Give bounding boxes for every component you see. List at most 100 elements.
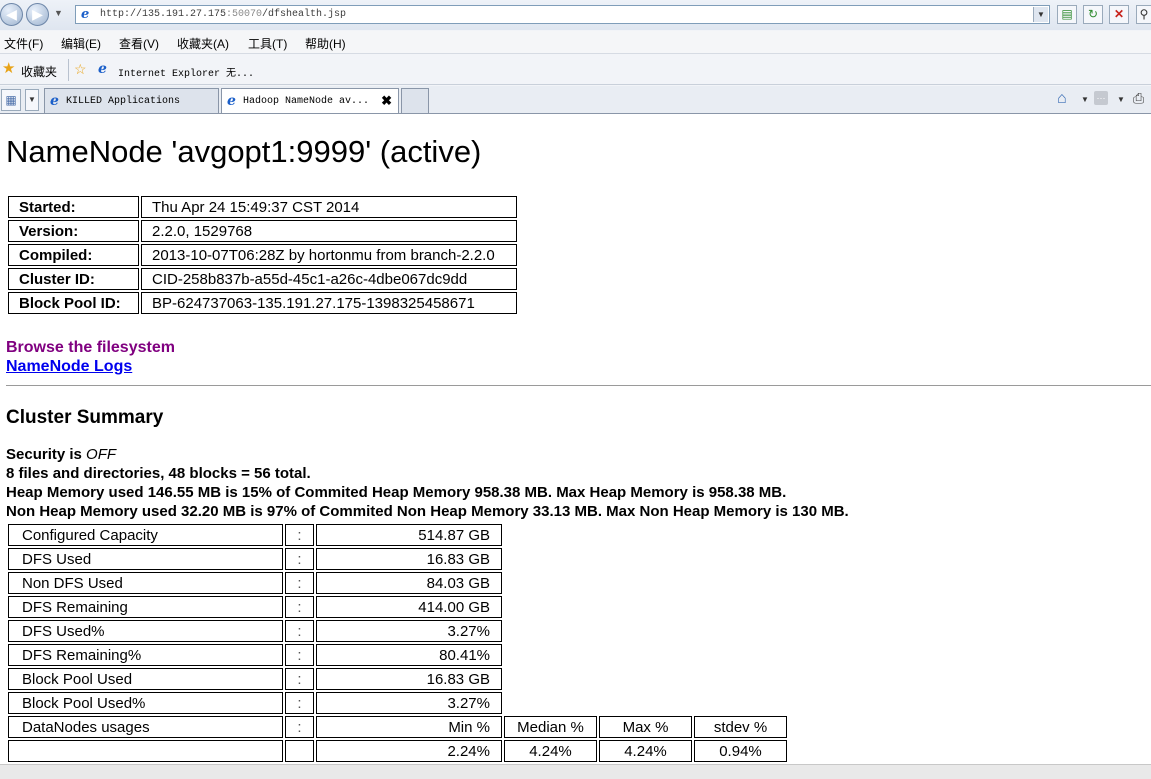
menu-edit[interactable]: 编辑(E) — [61, 35, 101, 52]
summary-colon: : — [285, 572, 314, 594]
summary-name: Non DFS Used — [8, 572, 283, 594]
favorites-divider — [68, 59, 69, 81]
menu-help[interactable]: 帮助(H) — [305, 35, 346, 52]
ie-page-icon: e — [50, 93, 59, 109]
info-key: Started: — [8, 196, 139, 218]
menu-tools[interactable]: 工具(T) — [248, 35, 287, 52]
namenode-logs-link[interactable]: NameNode Logs — [6, 358, 132, 376]
info-value: CID-258b837b-a55d-45c1-a26c-4dbe067dc9dd — [141, 268, 517, 290]
tab-hadoop-namenode[interactable]: e Hadoop NameNode av... ✖ — [221, 88, 399, 113]
heap-memory-line: Heap Memory used 146.55 MB is 15% of Com… — [6, 484, 787, 501]
summary-value: 16.83 GB — [316, 548, 502, 570]
summary-name: Block Pool Used — [8, 668, 283, 690]
compatibility-view-icon[interactable]: ▤ — [1057, 5, 1077, 24]
forward-button[interactable]: ▶ — [26, 3, 49, 26]
back-button[interactable]: ◀ — [0, 3, 23, 26]
summary-colon: : — [285, 620, 314, 642]
summary-value: 3.27% — [316, 692, 502, 714]
summary-value: 80.41% — [316, 644, 502, 666]
table-row: DFS Remaining% : 80.41% — [8, 644, 787, 666]
info-value: 2.2.0, 1529768 — [141, 220, 517, 242]
feeds-icon[interactable]: ⋯ — [1094, 91, 1108, 105]
summary-name: Block Pool Used% — [8, 692, 283, 714]
home-icon[interactable]: ⌂ — [1057, 90, 1067, 108]
menu-view[interactable]: 查看(V) — [119, 35, 159, 52]
table-row: DFS Used% : 3.27% — [8, 620, 787, 642]
datanodes-header-max: Max % — [599, 716, 692, 738]
table-row: Version: 2.2.0, 1529768 — [8, 220, 517, 242]
favorites-bar: ★ 收藏夹 ☆ e Internet Explorer 无... — [0, 55, 1151, 85]
cluster-summary-heading: Cluster Summary — [6, 407, 164, 428]
table-row: Started: Thu Apr 24 15:49:37 CST 2014 — [8, 196, 517, 218]
address-url[interactable]: http://135.191.27.175:50070/dfshealth.js… — [100, 9, 346, 20]
summary-name: Configured Capacity — [8, 524, 283, 546]
security-status: Security is OFF — [6, 446, 116, 463]
browser-chrome: ◀ ▶ ▼ e http://135.191.27.175:50070/dfsh… — [0, 0, 1151, 114]
datanodes-header-stdev: stdev % — [694, 716, 787, 738]
add-favorite-icon[interactable]: ☆ — [74, 61, 87, 78]
ie-page-icon: e — [98, 61, 107, 77]
tab-killed-applications[interactable]: e KILLED Applications — [44, 88, 219, 113]
table-row: Compiled: 2013-10-07T06:28Z by hortonmu … — [8, 244, 517, 266]
search-icon[interactable]: ⚲ — [1136, 5, 1151, 24]
address-field[interactable]: e http://135.191.27.175:50070/dfshealth.… — [75, 5, 1050, 24]
datanodes-header-median: Median % — [504, 716, 597, 738]
divider — [6, 385, 1151, 386]
url-port: :50070 — [226, 9, 263, 20]
horizontal-scrollbar[interactable] — [0, 764, 1151, 779]
page-title: NameNode 'avgopt1:9999' (active) — [6, 134, 482, 169]
tab-label: KILLED Applications — [66, 96, 181, 107]
info-key: Compiled: — [8, 244, 139, 266]
tab-bar: ▦ ▼ e KILLED Applications e Hadoop NameN… — [0, 86, 1151, 114]
table-row: DFS Used : 16.83 GB — [8, 548, 787, 570]
tab-list-dropdown-icon[interactable]: ▼ — [25, 89, 39, 111]
close-tab-icon[interactable]: ✖ — [381, 93, 392, 109]
print-icon[interactable]: ⎙ — [1133, 90, 1144, 107]
summary-colon: : — [285, 644, 314, 666]
quick-tabs-icon[interactable]: ▦ — [1, 89, 21, 111]
favorites-button[interactable]: 收藏夹 — [21, 63, 57, 80]
summary-value: 514.87 GB — [316, 524, 502, 546]
table-row: Block Pool Used% : 3.27% — [8, 692, 787, 714]
home-dropdown-icon[interactable]: ▼ — [1081, 95, 1089, 104]
table-row: Block Pool Used : 16.83 GB — [8, 668, 787, 690]
files-blocks-line: 8 files and directories, 48 blocks = 56 … — [6, 465, 311, 482]
summary-value: 3.27% — [316, 620, 502, 642]
favorites-link[interactable]: Internet Explorer 无... — [118, 64, 254, 80]
url-path: /dfshealth.jsp — [262, 9, 347, 20]
summary-name: DFS Used% — [8, 620, 283, 642]
stop-icon[interactable]: ✕ — [1109, 5, 1129, 24]
security-state: OFF — [86, 446, 117, 463]
empty-cell — [285, 740, 314, 762]
address-bar-row: ◀ ▶ ▼ e http://135.191.27.175:50070/dfsh… — [0, 0, 1151, 30]
table-row: Configured Capacity : 514.87 GB — [8, 524, 787, 546]
table-row: Block Pool ID: BP-624737063-135.191.27.1… — [8, 292, 517, 314]
menu-file[interactable]: 文件(F) — [4, 35, 43, 52]
datanodes-stdev-value: 0.94% — [694, 740, 787, 762]
browse-filesystem-link[interactable]: Browse the filesystem — [6, 339, 175, 357]
datanodes-values-row: 2.24% 4.24% 4.24% 0.94% — [8, 740, 787, 762]
menu-favorites[interactable]: 收藏夹(A) — [177, 35, 229, 52]
summary-value: 414.00 GB — [316, 596, 502, 618]
favorites-star-icon[interactable]: ★ — [2, 61, 15, 76]
security-prefix: Security is — [6, 446, 87, 463]
info-value: 2013-10-07T06:28Z by hortonmu from branc… — [141, 244, 517, 266]
summary-colon: : — [285, 692, 314, 714]
ie-page-icon: e — [81, 7, 90, 22]
summary-colon: : — [285, 668, 314, 690]
address-dropdown-icon[interactable]: ▼ — [1033, 7, 1048, 22]
new-tab-button[interactable] — [401, 88, 429, 113]
summary-colon: : — [285, 596, 314, 618]
feeds-dropdown-icon[interactable]: ▼ — [1117, 95, 1125, 104]
history-dropdown-icon[interactable]: ▼ — [54, 8, 63, 18]
summary-name: DFS Used — [8, 548, 283, 570]
namenode-info-table: Started: Thu Apr 24 15:49:37 CST 2014 Ve… — [6, 194, 519, 316]
refresh-icon[interactable]: ↻ — [1083, 5, 1103, 24]
url-main: http://135.191.27.175 — [100, 9, 227, 20]
summary-colon: : — [285, 548, 314, 570]
datanodes-header-min: Min % — [316, 716, 502, 738]
tab-label: Hadoop NameNode av... — [243, 96, 370, 107]
ie-page-icon: e — [227, 93, 236, 109]
table-row: DFS Remaining : 414.00 GB — [8, 596, 787, 618]
page-content: NameNode 'avgopt1:9999' (active) Started… — [0, 114, 1151, 764]
